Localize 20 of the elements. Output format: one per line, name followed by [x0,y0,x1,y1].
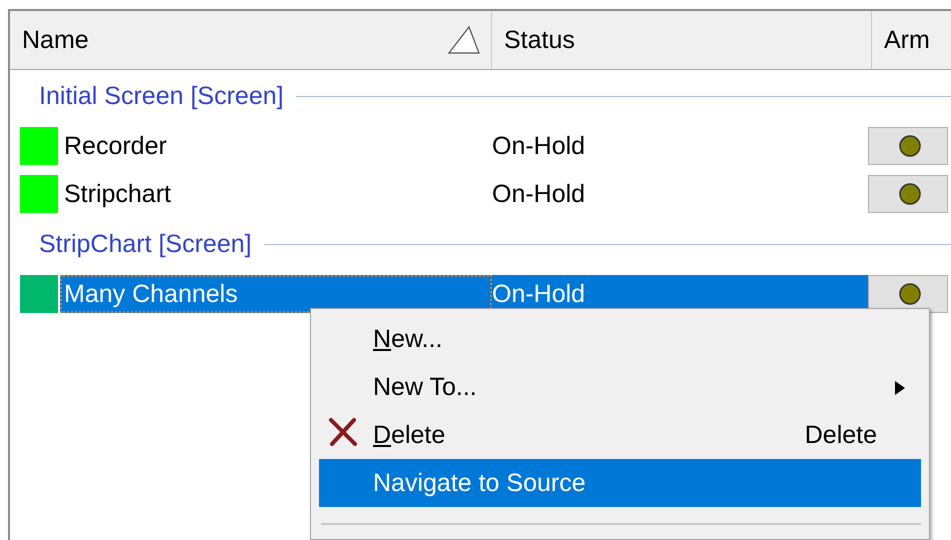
submenu-arrow-icon [895,380,905,394]
menu-item[interactable]: New To... [319,363,921,411]
arm-button[interactable] [868,175,948,213]
group-heading: StripChart [Screen] [39,230,252,258]
menu-item[interactable]: New... [319,315,921,363]
item-name[interactable]: Stripchart [60,175,492,213]
menu-item[interactable]: Navigate to Source [319,459,921,507]
circle-icon [899,183,921,205]
menu-item[interactable]: Delete Delete [319,411,921,459]
circle-icon [899,135,921,157]
arm-button[interactable] [868,127,948,165]
delete-icon [327,416,359,448]
status-text: On-Hold [492,180,586,208]
arm-button[interactable] [868,275,948,313]
item-name[interactable]: Recorder [60,127,492,165]
group-heading: Initial Screen [Screen] [39,82,284,110]
item-name[interactable]: Many Channels [60,275,492,313]
sort-arrow-icon [447,25,481,55]
status-text: On-Hold [492,132,586,160]
circle-icon [899,283,921,305]
